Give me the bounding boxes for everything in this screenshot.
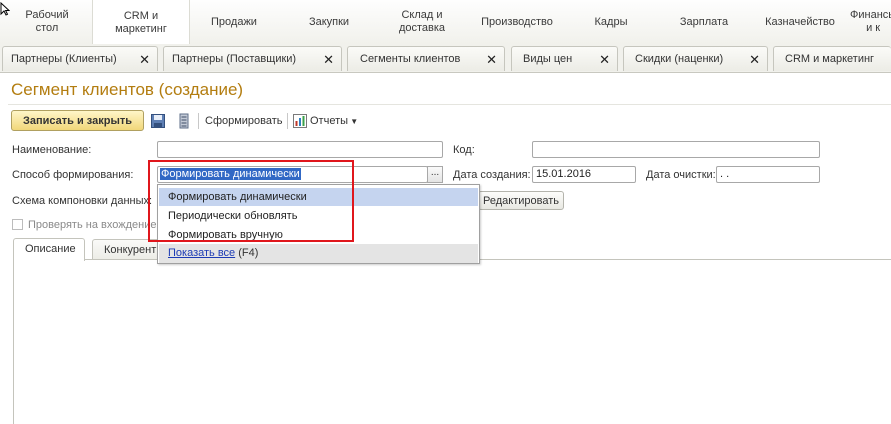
name-input[interactable] — [157, 141, 443, 158]
tab-competitor[interactable]: Конкурент — [92, 239, 162, 260]
method-dropdown-list: Формировать динамически Периодически обн… — [157, 184, 480, 264]
close-icon[interactable]: ✕ — [749, 52, 760, 68]
list-icon[interactable] — [176, 113, 192, 129]
menu-item-payroll[interactable]: Зарплата — [672, 0, 736, 44]
description-panel[interactable] — [13, 259, 891, 424]
schema-label: Схема компоновки данных: — [12, 195, 153, 207]
clear-label: Дата очистки: — [646, 169, 716, 181]
dropdown-footer: Показать все (F4) — [159, 244, 478, 263]
window-tab-crm-marketing[interactable]: CRM и маркетинг — [773, 46, 891, 71]
clear-date-input[interactable]: . . — [716, 166, 820, 183]
reports-menu-button[interactable]: Отчеты ▼ — [310, 115, 358, 127]
menu-item-purchases[interactable]: Закупки — [296, 0, 362, 44]
menu-item-treasury[interactable]: Казначейство — [758, 0, 842, 44]
select-button[interactable]: ... — [427, 166, 443, 183]
code-input[interactable] — [532, 141, 820, 158]
window-tab-label: Виды цен — [523, 53, 573, 65]
created-date-input[interactable]: 15.01.2016 — [532, 166, 636, 183]
window-tab-client-segments[interactable]: Сегменты клиентов ✕ — [347, 46, 505, 71]
save-and-close-button[interactable]: Записать и закрыть — [11, 110, 144, 131]
mouse-cursor-icon — [0, 2, 10, 16]
menu-item-hr[interactable]: Кадры — [584, 0, 638, 44]
window-tab-label: Партнеры (Клиенты) — [11, 53, 117, 65]
check-entry-checkbox[interactable] — [12, 219, 23, 230]
menu-item-desktop[interactable]: Рабочий стол — [14, 0, 80, 44]
dropdown-option-manual[interactable]: Формировать вручную — [159, 226, 478, 244]
dropdown-option-dynamic[interactable]: Формировать динамически — [159, 188, 478, 206]
save-disk-icon[interactable] — [150, 113, 166, 129]
method-selected-text: Формировать динамически — [160, 168, 301, 180]
close-icon[interactable]: ✕ — [139, 52, 150, 68]
window-tab-label: Партнеры (Поставщики) — [172, 53, 297, 65]
dropdown-arrow-icon: ▼ — [348, 117, 359, 126]
created-label: Дата создания: — [453, 169, 531, 181]
generate-button[interactable]: Сформировать — [205, 115, 283, 127]
show-all-hint: (F4) — [238, 247, 259, 259]
edit-button[interactable]: Редактировать — [478, 191, 564, 210]
window-tab-price-types[interactable]: Виды цен ✕ — [511, 46, 618, 71]
code-label: Код: — [453, 144, 475, 156]
dropdown-option-periodic[interactable]: Периодически обновлять — [159, 207, 478, 225]
toolbar-separator — [287, 113, 288, 129]
toolbar-separator — [198, 113, 199, 129]
method-label: Способ формирования: — [12, 169, 134, 181]
window-tab-discounts[interactable]: Скидки (наценки) ✕ — [623, 46, 768, 71]
method-select[interactable]: Формировать динамически — [157, 166, 428, 183]
menu-item-warehouse[interactable]: Склад и доставка — [386, 0, 458, 44]
form-title: Сегмент клиентов (создание) — [11, 80, 244, 99]
window-tab-label: CRM и маркетинг — [785, 53, 875, 65]
tab-description[interactable]: Описание — [13, 238, 85, 261]
show-all-link[interactable]: Показать все — [168, 247, 235, 259]
window-tab-label: Скидки (наценки) — [635, 53, 724, 65]
window-tab-partners-clients[interactable]: Партнеры (Клиенты) ✕ — [2, 46, 158, 71]
section-menu: Рабочий стол CRM и маркетинг Продажи Зак… — [0, 0, 891, 45]
menu-item-sales[interactable]: Продажи — [200, 0, 268, 44]
check-entry-label: Проверять на вхождение — [28, 219, 157, 231]
window-tab-partners-suppliers[interactable]: Партнеры (Поставщики) ✕ — [163, 46, 342, 71]
name-label: Наименование: — [12, 144, 92, 156]
close-icon[interactable]: ✕ — [486, 52, 497, 68]
divider — [8, 104, 891, 105]
menu-item-finance[interactable]: Финансы и к — [850, 0, 891, 44]
menu-item-production[interactable]: Производство — [474, 0, 560, 44]
reports-label: Отчеты — [310, 115, 349, 127]
menu-item-crm[interactable]: CRM и маркетинг — [92, 0, 190, 45]
window-tab-label: Сегменты клиентов — [360, 53, 461, 65]
open-windows-bar: Партнеры (Клиенты) ✕ Партнеры (Поставщик… — [0, 44, 891, 73]
close-icon[interactable]: ✕ — [599, 52, 610, 68]
close-icon[interactable]: ✕ — [323, 52, 334, 68]
report-chart-icon[interactable] — [292, 113, 308, 129]
